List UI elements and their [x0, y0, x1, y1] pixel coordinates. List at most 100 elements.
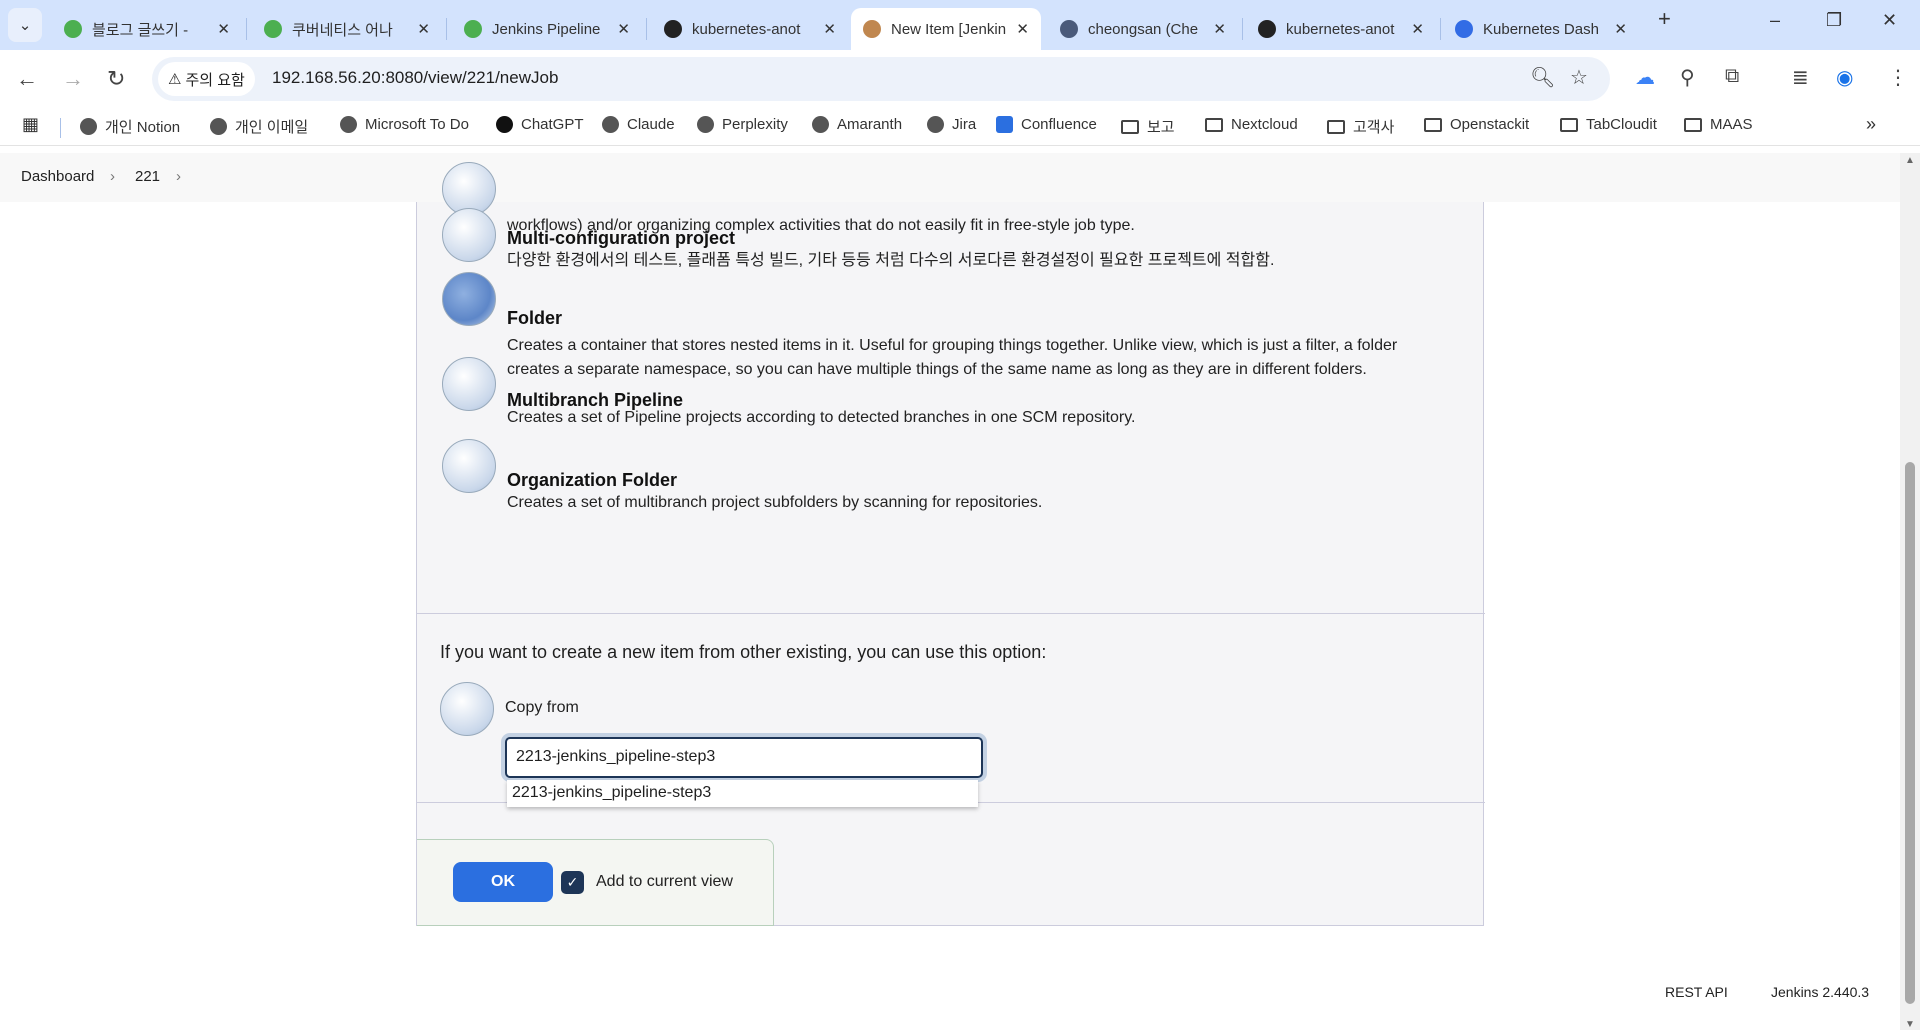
tistory-icon — [64, 20, 82, 38]
item-type-description: Creates a set of Pipeline projects accor… — [507, 409, 1136, 426]
close-tab-icon[interactable]: ✕ — [217, 20, 230, 38]
bookmark-item[interactable]: Amaranth — [812, 116, 902, 133]
item-type-title[interactable]: Multi-configuration project — [507, 228, 735, 249]
confluence-icon — [996, 116, 1013, 133]
bookmark-item[interactable]: Openstackit — [1424, 116, 1529, 133]
url-text[interactable]: 192.168.56.20:8080/view/221/newJob — [272, 68, 558, 88]
tab-bar: ⌄ 블로그 글쓰기 - ✕ 쿠버네티스 어나 ✕ Jenkins Pipeline ✕ ku… — [0, 0, 1920, 50]
media-control-icon[interactable]: ≣ — [1792, 65, 1809, 90]
bookmark-item[interactable]: MAAS — [1684, 116, 1753, 133]
copy-from-input[interactable]: 2213-jenkins_pipeline-step3 — [505, 737, 983, 778]
bookmark-star-icon[interactable]: ☆ — [1570, 65, 1588, 90]
bookmark-item[interactable]: 보고 — [1121, 116, 1175, 137]
new-item-panel: workflows) and/or organizing complex act… — [416, 162, 1485, 926]
bookmark-item[interactable]: ChatGPT — [496, 116, 584, 133]
close-window-button[interactable]: ✕ — [1882, 10, 1897, 31]
menu-icon[interactable]: ⋮ — [1888, 65, 1908, 90]
tab-separator — [246, 18, 247, 40]
close-tab-icon[interactable]: ✕ — [1016, 20, 1029, 38]
add-to-view-checkbox[interactable]: ✓ — [561, 871, 584, 894]
security-warning-chip[interactable]: ⚠ 주의 요함 — [158, 62, 255, 96]
close-tab-icon[interactable]: ✕ — [417, 20, 430, 38]
tab-search-button[interactable]: ⌄ — [8, 8, 42, 42]
folder-icon — [1205, 117, 1223, 132]
breadcrumb-dashboard[interactable]: Dashboard — [21, 168, 94, 185]
bookmark-item[interactable]: Perplexity — [697, 116, 788, 133]
item-type-title[interactable]: Organization Folder — [507, 470, 677, 491]
item-type-description: 다양한 환경에서의 테스트, 플래폼 특성 빌드, 기타 등등 처럼 다수의 서… — [507, 252, 1275, 269]
cloud-extension-icon[interactable]: ☁ — [1635, 65, 1655, 90]
scrollbar-thumb[interactable] — [1905, 462, 1915, 1004]
autocomplete-suggestion[interactable]: 2213-jenkins_pipeline-step3 — [507, 780, 978, 807]
globe-icon — [210, 118, 227, 135]
copy-intro-text: If you want to create a new item from ot… — [440, 642, 1047, 662]
tab[interactable]: Kubernetes Dash ✕ — [1443, 8, 1639, 50]
minimize-button[interactable]: – — [1770, 10, 1780, 31]
tab[interactable]: kubernetes-anot ✕ — [1246, 8, 1436, 50]
close-tab-icon[interactable]: ✕ — [617, 20, 630, 38]
globe-icon — [340, 116, 357, 133]
forward-icon[interactable]: → — [62, 66, 84, 92]
folder-icon — [442, 272, 496, 326]
item-type-description: Creates a set of multibranch project sub… — [507, 494, 1043, 511]
tab[interactable]: 쿠버네티스 어나 ✕ — [252, 8, 442, 50]
tab-separator — [1242, 18, 1243, 40]
kubernetes-icon — [1455, 20, 1473, 38]
globe-icon — [602, 116, 619, 133]
globe-icon — [80, 118, 97, 135]
tab[interactable]: New Item [Jenkins] ✕ — [851, 8, 1041, 50]
tab[interactable]: 블로그 글쓰기 - ✕ — [52, 8, 242, 50]
close-tab-icon[interactable]: ✕ — [823, 20, 836, 38]
folder-icon — [1424, 117, 1442, 132]
scroll-down-icon[interactable]: ▼ — [1905, 1019, 1915, 1030]
form-bottom-bar: OK ✓ Add to current view — [417, 839, 774, 926]
bookmark-item[interactable]: 고객사 — [1327, 116, 1394, 137]
tistory-icon — [264, 20, 282, 38]
reload-icon[interactable]: ↻ — [107, 66, 125, 92]
apps-icon[interactable]: ▦ — [22, 114, 39, 135]
copy-from-label: Copy from — [505, 699, 579, 716]
tab[interactable]: Jenkins Pipeline ✕ — [452, 8, 642, 50]
zoom-icon[interactable]: 🔍︎ — [1530, 65, 1555, 90]
chevron-right-icon: › — [176, 168, 181, 185]
extensions-puzzle-icon[interactable]: ⧉ — [1725, 65, 1739, 88]
rest-api-link[interactable]: REST API — [1665, 984, 1728, 1000]
item-type-title[interactable]: Folder — [507, 308, 562, 329]
ok-button[interactable]: OK — [453, 862, 553, 902]
bookmark-item[interactable]: TabCloudit — [1560, 116, 1657, 133]
tab-separator — [446, 18, 447, 40]
bookmark-item[interactable]: Claude — [602, 116, 675, 133]
multibranch-icon — [442, 357, 496, 411]
bookmark-item[interactable]: Jira — [927, 116, 976, 133]
bookmark-item[interactable]: Nextcloud — [1205, 116, 1298, 133]
multi-config-icon — [442, 208, 496, 262]
tab[interactable]: kubernetes-anot ✕ — [652, 8, 848, 50]
breadcrumb-view-221[interactable]: 221 — [135, 168, 160, 185]
bookmark-item[interactable]: 개인 이메일 — [210, 116, 308, 137]
chatgpt-icon — [496, 116, 513, 133]
omnibox[interactable]: ⚠ 주의 요함 192.168.56.20:8080/view/221/newJo… — [152, 57, 1610, 101]
add-to-view-label[interactable]: Add to current view — [596, 873, 733, 891]
more-bookmarks-icon[interactable]: » — [1866, 114, 1876, 135]
extension-icon[interactable]: ⚲ — [1680, 65, 1695, 90]
breadcrumb: Dashboard › 221 › — [0, 153, 1900, 202]
scroll-up-icon[interactable]: ▲ — [1905, 155, 1915, 166]
jenkins-version-link[interactable]: Jenkins 2.440.3 — [1771, 984, 1869, 1000]
bookmark-item[interactable]: Microsoft To Do — [340, 116, 469, 133]
scrollbar[interactable]: ▲ ▼ — [1900, 153, 1920, 1030]
globe-icon — [812, 116, 829, 133]
divider — [417, 613, 1485, 614]
back-icon[interactable]: ← — [16, 66, 38, 92]
item-type-description: Creates a container that stores nested i… — [507, 337, 1398, 378]
close-tab-icon[interactable]: ✕ — [1614, 20, 1627, 38]
bookmark-item[interactable]: Confluence — [996, 116, 1097, 133]
bookmarks-bar: ▦ 개인 Notion 개인 이메일 Microsoft To Do ChatGPT C… — [0, 108, 1920, 146]
copy-icon — [440, 682, 494, 736]
close-tab-icon[interactable]: ✕ — [1411, 20, 1424, 38]
new-tab-button[interactable]: + — [1658, 6, 1671, 32]
tab[interactable]: cheongsan (Che ✕ — [1048, 8, 1238, 50]
profile-icon[interactable]: ◉ — [1836, 65, 1853, 90]
maximize-button[interactable]: ❐ — [1826, 10, 1842, 31]
close-tab-icon[interactable]: ✕ — [1213, 20, 1226, 38]
bookmark-item[interactable]: 개인 Notion — [80, 116, 180, 137]
